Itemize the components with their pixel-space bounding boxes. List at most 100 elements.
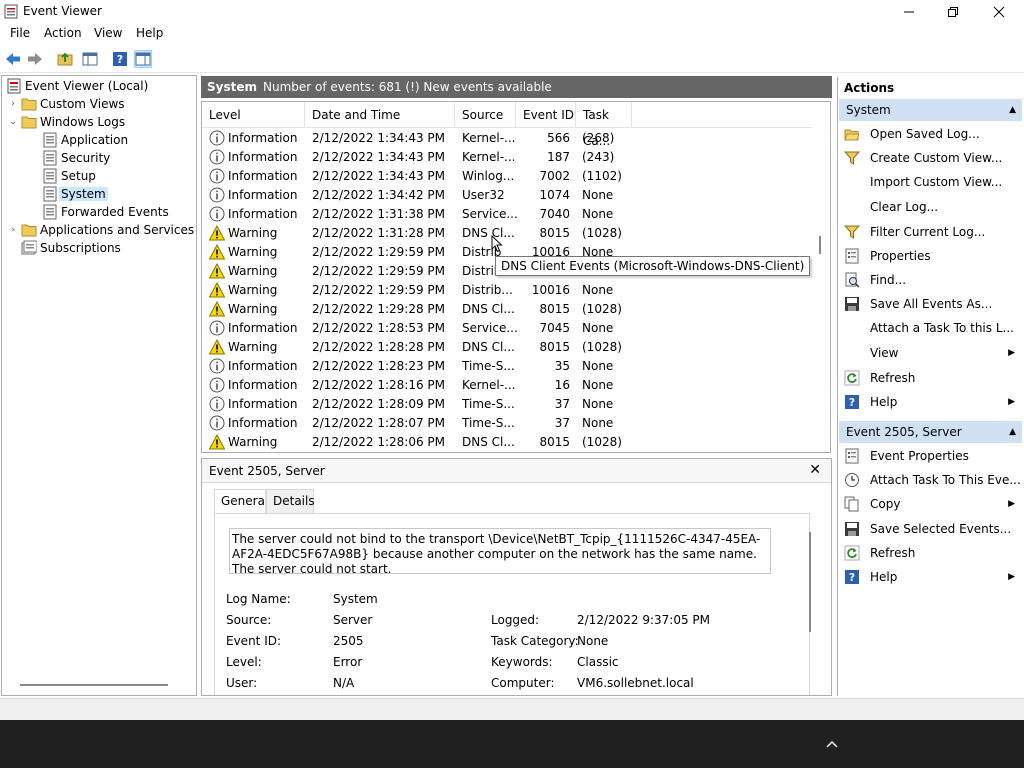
- properties-icon: [845, 248, 859, 264]
- table-row[interactable]: Warning 2/12/2022 1:31:28 PM DNS Cl... 8015…: [202, 224, 812, 243]
- cell-source: DNS Cl...: [462, 302, 515, 316]
- tree-item-system[interactable]: System: [42, 185, 108, 203]
- actions-section-header[interactable]: Event 2505, Server ▲: [839, 421, 1022, 443]
- information-icon: [209, 396, 225, 412]
- cell-date: 2/12/2022 1:28:28 PM: [312, 340, 446, 354]
- action-item[interactable]: ? Help ▶: [838, 566, 1022, 588]
- table-row[interactable]: Information 2/12/2022 1:31:38 PM Service..…: [202, 205, 812, 224]
- collapse-caret-icon[interactable]: ▲: [1009, 421, 1016, 443]
- event-detail-pane: Event 2505, Server ✕ General Details The…: [201, 458, 832, 696]
- action-item[interactable]: Refresh: [838, 367, 1022, 389]
- tree-item-subscriptions[interactable]: Subscriptions: [8, 239, 121, 257]
- cell-event-id: 8015: [539, 340, 570, 354]
- action-item[interactable]: ? Help ▶: [838, 391, 1022, 413]
- cell-date: 2/12/2022 1:29:59 PM: [312, 264, 446, 278]
- event-message[interactable]: The server could not bind to the transpo…: [229, 528, 771, 576]
- tab-details[interactable]: Details: [266, 489, 315, 513]
- menu-view[interactable]: View: [94, 26, 122, 40]
- column-header-source[interactable]: Source: [455, 102, 516, 128]
- table-row[interactable]: Information 2/12/2022 1:28:23 PM Time-S...…: [202, 357, 812, 376]
- action-item[interactable]: Refresh: [838, 542, 1022, 564]
- action-item[interactable]: View ▶: [838, 342, 1022, 364]
- forward-button[interactable]: [26, 50, 44, 68]
- table-row[interactable]: Information 2/12/2022 1:34:43 PM Winlog...…: [202, 167, 812, 186]
- menu-help[interactable]: Help: [136, 26, 163, 40]
- actions-section-header[interactable]: System ▲: [839, 99, 1022, 121]
- tree-item-event-viewer-local[interactable]: Event Viewer (Local): [6, 77, 148, 95]
- table-row[interactable]: Warning 2/12/2022 1:29:59 PM Distrib... 100…: [202, 281, 812, 300]
- grid-vertical-scrollbar[interactable]: [819, 236, 821, 254]
- detail-vertical-scrollbar[interactable]: [809, 532, 811, 632]
- action-item[interactable]: Properties: [838, 245, 1022, 267]
- collapse-arrow-icon[interactable]: ⌄: [8, 117, 18, 127]
- column-header-event-id[interactable]: Event ID: [516, 102, 576, 128]
- table-row[interactable]: Information 2/12/2022 1:34:43 PM Kernel-..…: [202, 148, 812, 167]
- action-item[interactable]: Save All Events As...: [838, 293, 1022, 315]
- tree-item-applications-and-services[interactable]: › Applications and Services Lo: [8, 221, 196, 239]
- up-folder-button[interactable]: [56, 50, 74, 68]
- table-row[interactable]: Warning 2/12/2022 1:28:28 PM DNS Cl... 8015…: [202, 338, 812, 357]
- general-tab-body: The server could not bind to the transpo…: [214, 513, 811, 695]
- close-button[interactable]: [976, 0, 1022, 24]
- action-item[interactable]: Clear Log...: [838, 196, 1022, 218]
- tree-item-windows-logs[interactable]: ⌄ Windows Logs: [8, 113, 125, 131]
- action-item[interactable]: Find...: [838, 269, 1022, 291]
- column-header-task-category[interactable]: Task Ca...: [576, 102, 632, 148]
- maximize-button[interactable]: [930, 0, 976, 24]
- taskbar: [0, 720, 1024, 768]
- table-row[interactable]: Information 2/12/2022 1:34:43 PM Kernel-..…: [202, 129, 812, 148]
- action-label: View: [870, 346, 899, 361]
- help-button[interactable]: ?: [111, 50, 129, 68]
- refresh-icon: [844, 545, 860, 561]
- back-button[interactable]: [4, 50, 22, 68]
- expand-arrow-icon[interactable]: ›: [8, 225, 18, 235]
- table-row[interactable]: Information 2/12/2022 1:28:53 PM Service..…: [202, 319, 812, 338]
- tree-horizontal-scrollbar[interactable]: [20, 684, 168, 686]
- show-hide-tree-button[interactable]: [81, 50, 99, 68]
- actions-title: Actions: [844, 81, 895, 95]
- tree-item-forwarded-events[interactable]: Forwarded Events: [42, 203, 169, 221]
- field-key: Level:: [226, 655, 262, 669]
- tree-item-setup[interactable]: Setup: [42, 167, 96, 185]
- action-item[interactable]: Attach a Task To this L...: [838, 317, 1022, 339]
- collapse-caret-icon[interactable]: ▲: [1009, 99, 1016, 121]
- action-item[interactable]: Filter Current Log...: [838, 221, 1022, 243]
- field-value-task-category: None: [577, 634, 609, 648]
- action-item[interactable]: Create Custom View...: [838, 147, 1022, 169]
- tab-general[interactable]: General: [214, 489, 268, 514]
- column-header-date[interactable]: Date and Time: [305, 102, 455, 128]
- menu-file[interactable]: File: [10, 26, 30, 40]
- cell-task-category: None: [582, 416, 614, 430]
- action-label: Filter Current Log...: [870, 224, 986, 239]
- menu-action[interactable]: Action: [44, 26, 82, 40]
- tree-item-application[interactable]: Application: [42, 131, 128, 149]
- table-row[interactable]: Information 2/12/2022 1:34:42 PM User32 107…: [202, 186, 812, 205]
- table-row[interactable]: Information 2/12/2022 1:28:07 PM Time-S...…: [202, 414, 812, 433]
- action-item[interactable]: Copy ▶: [838, 493, 1022, 515]
- column-header-level[interactable]: Level: [202, 102, 305, 128]
- event-count-status: Number of events: 681 (!) New events ava…: [263, 80, 552, 94]
- cell-event-id: 37: [554, 416, 570, 430]
- cell-event-id: 10016: [531, 283, 570, 297]
- chevron-up-icon[interactable]: [824, 736, 840, 752]
- cell-source: DNS Cl...: [462, 226, 515, 240]
- cell-event-id: 37: [554, 397, 570, 411]
- save-icon: [845, 521, 859, 536]
- table-row[interactable]: Information 2/12/2022 1:28:09 PM Time-S...…: [202, 395, 812, 414]
- show-hide-action-pane-button[interactable]: [134, 50, 152, 68]
- table-row[interactable]: Information 2/12/2022 1:28:16 PM Kernel-..…: [202, 376, 812, 395]
- action-item[interactable]: Import Custom View...: [838, 171, 1022, 193]
- action-item[interactable]: Attach Task To This Eve...: [838, 469, 1022, 491]
- action-item[interactable]: Open Saved Log...: [838, 123, 1022, 145]
- action-item[interactable]: Event Properties: [838, 445, 1022, 467]
- tree-item-security[interactable]: Security: [42, 149, 110, 167]
- action-label: Save Selected Events...: [870, 521, 1012, 536]
- table-row[interactable]: Warning 2/12/2022 1:29:28 PM DNS Cl... 8015…: [202, 300, 812, 319]
- expand-arrow-icon[interactable]: ›: [8, 99, 18, 109]
- events-grid: Level Date and Time Source Event ID Task…: [201, 101, 831, 453]
- action-item[interactable]: Save Selected Events...: [838, 518, 1022, 540]
- tree-item-custom-views[interactable]: › Custom Views: [8, 95, 124, 113]
- close-detail-button[interactable]: ✕: [809, 462, 821, 478]
- table-row[interactable]: Warning 2/12/2022 1:28:06 PM DNS Cl... 8015…: [202, 433, 812, 452]
- minimize-button[interactable]: [886, 0, 932, 24]
